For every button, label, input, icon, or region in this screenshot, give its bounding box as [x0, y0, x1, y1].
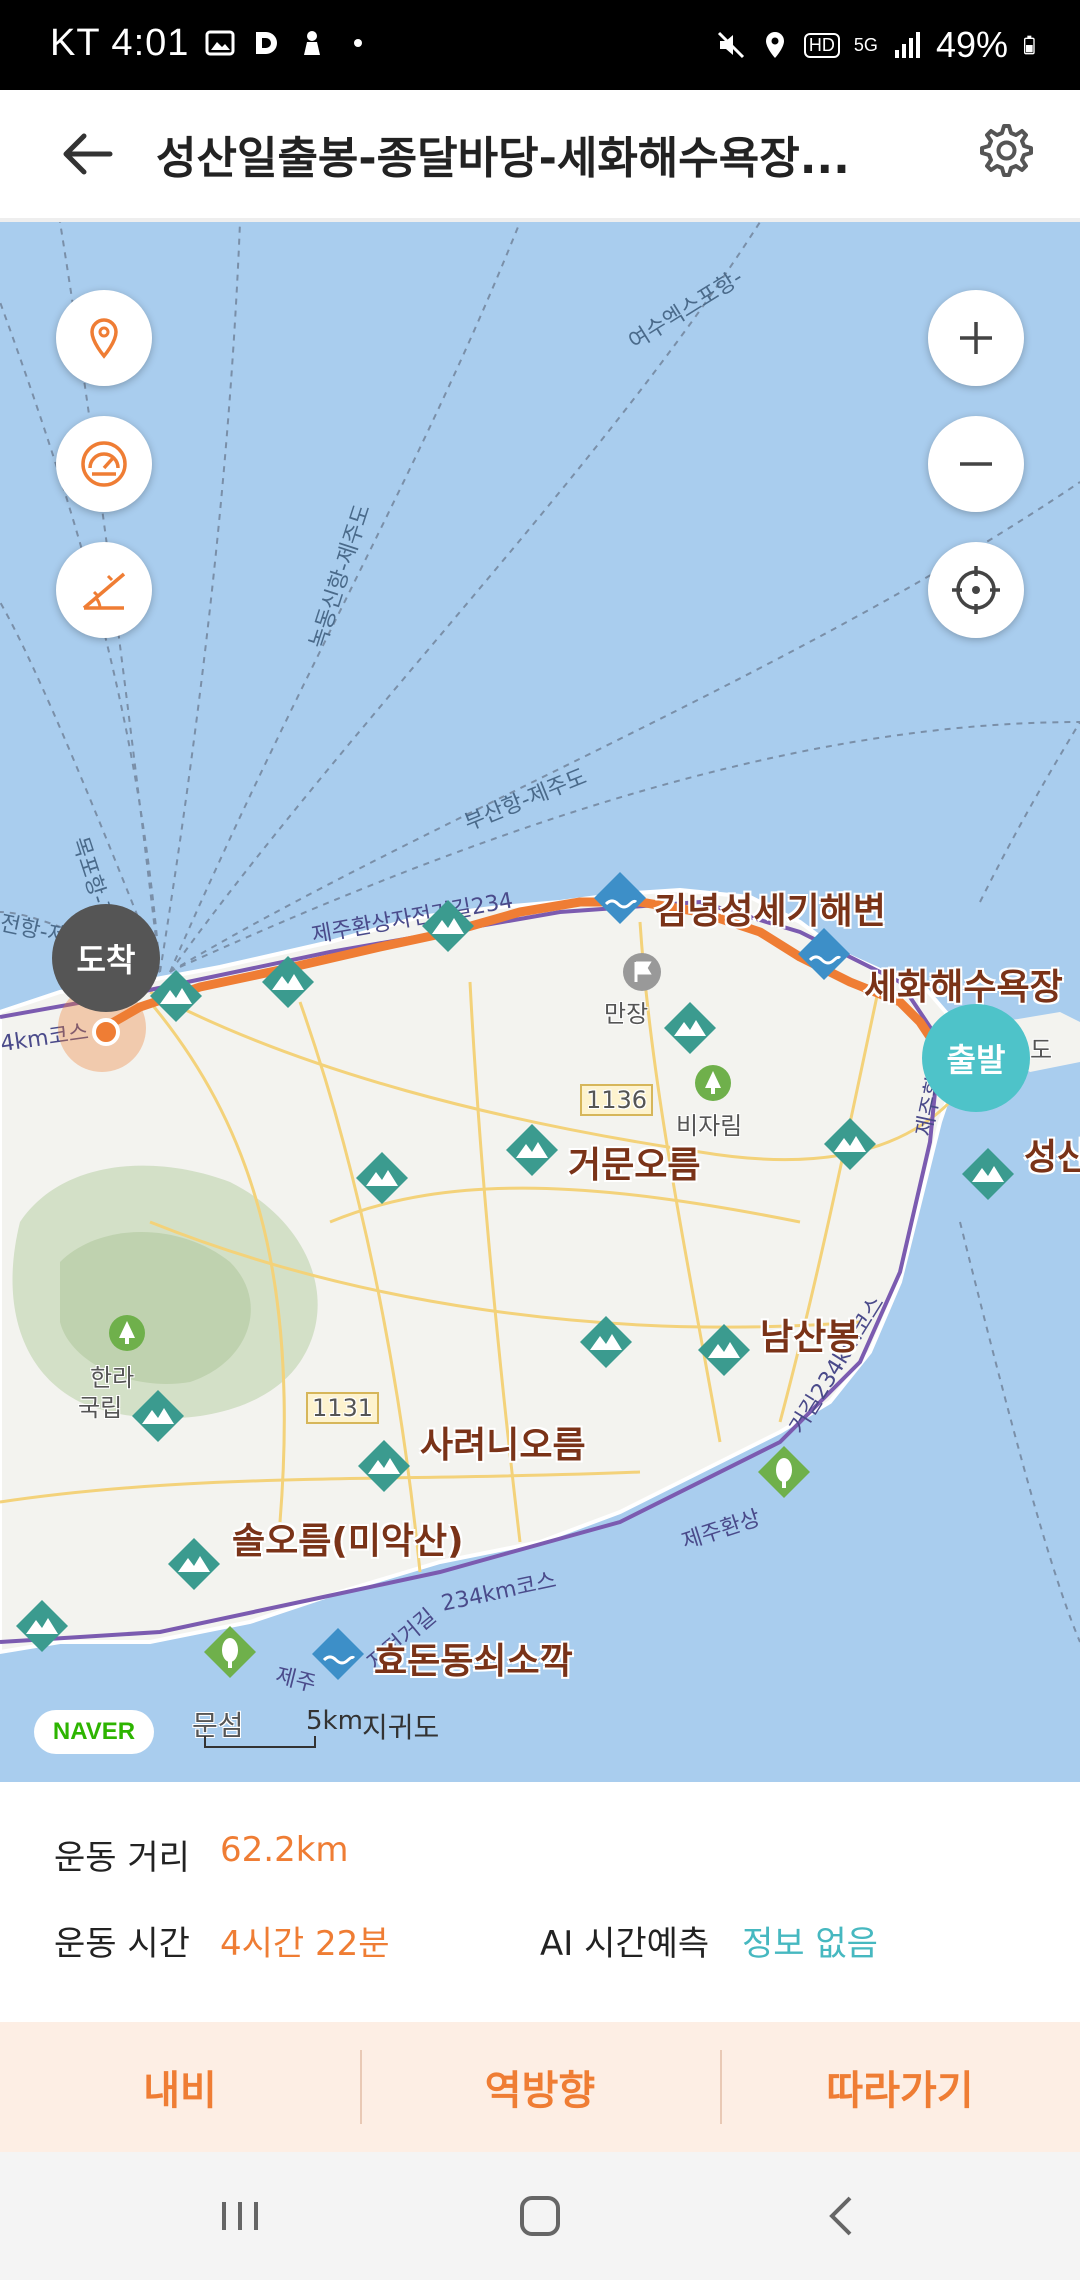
page-title: 성산일출봉-종달바당-세화해수욕장...	[156, 133, 850, 184]
poi-label-solorum: 솔오름(미악산)	[232, 1521, 464, 1562]
place-label-manjang: 만장	[604, 1000, 649, 1028]
gear-icon[interactable]	[974, 120, 1034, 180]
time-label: 운동 시간	[54, 1924, 190, 1964]
dot-icon	[354, 39, 362, 47]
mountain-poi-icon[interactable]	[822, 1116, 878, 1172]
mountain-poi-icon[interactable]	[354, 1150, 410, 1206]
status-notification-icons	[205, 28, 373, 58]
person-icon	[304, 31, 320, 55]
place-label-bijarim: 비자림	[676, 1112, 743, 1140]
system-nav-bar	[0, 2152, 1080, 2280]
speed-button[interactable]	[56, 416, 152, 512]
mountain-poi-icon[interactable]	[130, 1388, 186, 1444]
status-system-icons: HD 5G 49%	[716, 24, 1042, 66]
place-label-udo: 도	[1030, 1036, 1053, 1064]
mountain-poi-icon[interactable]	[504, 1122, 560, 1178]
mountain-poi-icon[interactable]	[356, 1438, 412, 1494]
place-label-jigwido: 지귀도	[362, 1711, 440, 1744]
gallery-icon	[205, 30, 235, 56]
status-bar: KT 4:01 HD 5G 49%	[0, 0, 1080, 90]
mute-icon	[717, 31, 744, 59]
poi-label-gimnyeong: 김녕성세기해변	[654, 891, 886, 932]
battery-icon	[1023, 35, 1035, 55]
poi-label-saryeoni: 사려니오름	[420, 1425, 586, 1466]
distance-value: 62.2km	[220, 1830, 349, 1870]
poi-label-geomun: 거문오름	[568, 1145, 701, 1186]
recents-icon[interactable]	[210, 2186, 270, 2246]
crosshair-icon	[952, 566, 1000, 614]
mountain-poi-icon[interactable]	[662, 1000, 718, 1056]
battery-percent: 49%	[935, 24, 1008, 65]
mountain-poi-icon[interactable]	[696, 1322, 752, 1378]
flag-icon	[623, 953, 661, 991]
road-number-1136: 1136	[580, 1084, 654, 1116]
mountain-poi-icon[interactable]	[166, 1536, 222, 1592]
end-marker[interactable]: 도착	[52, 904, 160, 1012]
speedometer-icon	[81, 441, 127, 487]
zoom-in-icon	[960, 322, 992, 354]
scale-label: 5km	[306, 1706, 363, 1736]
current-location-button[interactable]	[928, 542, 1024, 638]
place-label-gungnip: 국립	[78, 1394, 123, 1422]
beach-poi-icon[interactable]	[310, 1626, 366, 1682]
mountain-poi-icon[interactable]	[960, 1146, 1016, 1202]
naver-logo: NAVER	[34, 1710, 154, 1754]
road-number-1131: 1131	[306, 1392, 380, 1424]
zoom-out-button[interactable]	[928, 416, 1024, 512]
my-location-button[interactable]	[56, 290, 152, 386]
tree-icon	[695, 1065, 731, 1101]
scale-bar	[204, 1736, 316, 1748]
start-marker[interactable]: 출발	[922, 1004, 1030, 1112]
map-view[interactable]: 여수엑스포항- 녹동신항-제주도 부산항-제주도 목포항-제주도 전항-제 제주…	[0, 222, 1080, 1782]
slope-icon	[82, 572, 126, 610]
navi-button[interactable]: 내비	[0, 2022, 360, 2152]
beach-poi-icon[interactable]	[592, 870, 648, 926]
hd-badge: HD	[803, 32, 840, 58]
poi-label-namsan: 남산봉	[760, 1317, 860, 1358]
ai-time-label: AI 시간예측	[540, 1924, 710, 1964]
network-badge: 5G	[853, 34, 878, 55]
zoom-out-icon	[960, 462, 992, 466]
location-icon	[765, 32, 784, 58]
elevation-button[interactable]	[56, 542, 152, 638]
park-poi-icon[interactable]	[756, 1444, 812, 1500]
poi-label-hyodon: 효돈동쇠소깍	[374, 1641, 573, 1682]
back-arrow-icon[interactable]	[58, 124, 118, 184]
zoom-in-button[interactable]	[928, 290, 1024, 386]
mountain-poi-icon[interactable]	[420, 898, 476, 954]
route-end-dot	[92, 1018, 120, 1046]
status-time: KT 4:01	[50, 22, 190, 64]
workout-stats-panel: 운동 거리 62.2km 운동 시간 4시간 22분 AI 시간예측 정보 없음	[0, 1782, 1080, 2022]
distance-label: 운동 거리	[54, 1838, 190, 1878]
poi-label-seongsan: 성산	[1024, 1137, 1080, 1178]
reverse-button[interactable]: 역방향	[360, 2022, 720, 2152]
mountain-poi-icon[interactable]	[578, 1314, 634, 1370]
d-app-icon	[256, 32, 277, 54]
mountain-poi-icon[interactable]	[14, 1598, 70, 1654]
poi-label-sehwa: 세화해수욕장	[864, 967, 1063, 1008]
tree-icon	[109, 1315, 145, 1351]
back-icon[interactable]	[812, 2186, 872, 2246]
action-bar: 내비 역방향 따라가기	[0, 2022, 1080, 2152]
time-value: 4시간 22분	[220, 1924, 390, 1964]
app-header: 성산일출봉-종달바당-세화해수욕장...	[0, 90, 1080, 222]
beach-poi-icon[interactable]	[796, 926, 852, 982]
mountain-poi-icon[interactable]	[260, 954, 316, 1010]
location-pin-icon	[90, 318, 118, 359]
park-poi-icon[interactable]	[202, 1624, 258, 1680]
signal-icon	[894, 32, 920, 58]
home-icon[interactable]	[510, 2186, 570, 2246]
follow-button[interactable]: 따라가기	[720, 2022, 1080, 2152]
ai-time-value: 정보 없음	[742, 1924, 878, 1964]
